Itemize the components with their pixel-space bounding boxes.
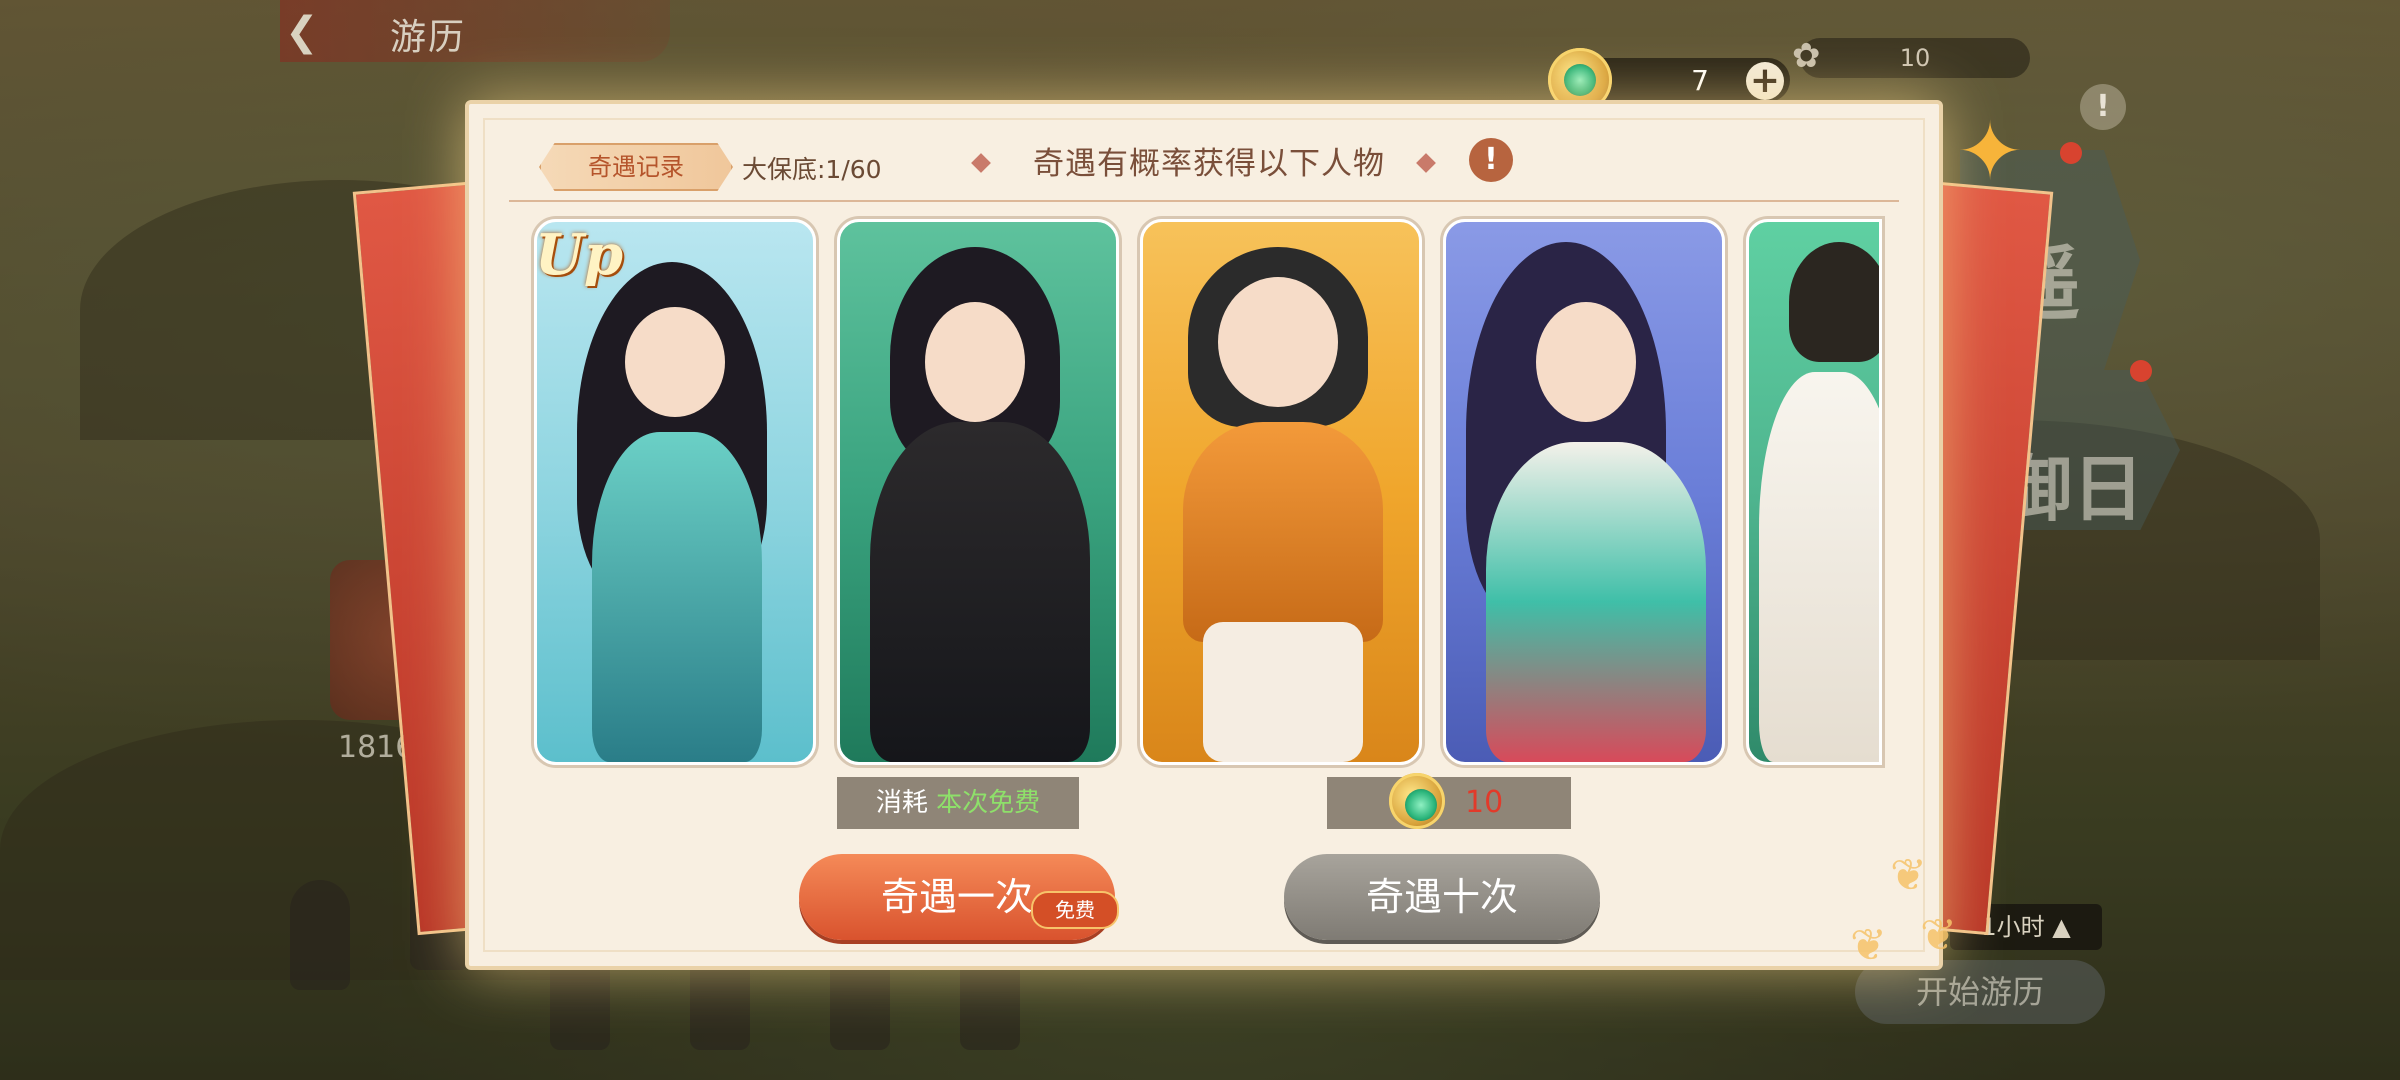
stamina-amount: 10	[1899, 44, 1931, 72]
character-face	[625, 307, 725, 417]
jade-coin-icon	[1389, 773, 1445, 829]
jade-currency: 7 +	[1548, 48, 1790, 112]
cost-label: 消耗	[875, 788, 928, 818]
encounter-modal: 奇遇记录 大保底:1/60 奇遇有概率获得以下人物 ! Up 消耗 本次免费 1…	[465, 100, 1943, 970]
butterfly-icon: ❦	[1890, 850, 1927, 901]
butterfly-icon: ❦	[1920, 910, 1957, 961]
add-jade-button[interactable]: +	[1746, 62, 1784, 100]
character-face	[1536, 302, 1636, 422]
character-card-1[interactable]: Up	[534, 219, 816, 765]
modal-headline: 奇遇有概率获得以下人物	[1033, 146, 1385, 182]
character-body	[1759, 372, 1879, 762]
character-body	[870, 422, 1090, 762]
character-card-3[interactable]	[1140, 219, 1422, 765]
encounter-record-button[interactable]: 奇遇记录	[539, 143, 733, 191]
cost-ten-amount: 10	[1465, 785, 1504, 820]
close-icon[interactable]: ✦	[1950, 112, 2030, 192]
info-icon[interactable]: !	[2080, 84, 2126, 130]
pity-counter: 大保底:1/60	[742, 155, 882, 184]
page-title: 游历	[390, 17, 467, 58]
character-body	[592, 432, 762, 762]
character-card-4[interactable]	[1443, 219, 1725, 765]
character-legs	[1203, 622, 1363, 762]
notification-dot	[2060, 142, 2082, 164]
cost-ten: 10	[1327, 773, 1571, 829]
notification-dot	[2130, 360, 2152, 382]
jade-amount: 7	[1691, 64, 1709, 97]
character-face	[925, 302, 1025, 422]
character-face	[1218, 277, 1338, 407]
character-body	[1183, 422, 1383, 642]
cost-free-text: 本次免费	[936, 788, 1041, 818]
divider	[509, 200, 1899, 202]
character-hair	[1789, 242, 1879, 362]
butterfly-icon: ❦	[1850, 920, 1887, 971]
draw-ten-button[interactable]: 奇遇十次	[1284, 854, 1600, 940]
rates-info-icon[interactable]: !	[1469, 138, 1513, 182]
stamina-counter: ✿ 10	[1792, 36, 2030, 78]
character-card-5[interactable]	[1746, 219, 1882, 765]
up-badge: Up	[535, 222, 623, 288]
free-badge: 免费	[1031, 891, 1119, 929]
cost-single: 消耗 本次免费	[837, 777, 1079, 829]
character-card-2[interactable]	[837, 219, 1119, 765]
character-body	[1486, 442, 1706, 762]
back-arrow-icon[interactable]: ❮	[285, 12, 345, 52]
team-character	[290, 880, 350, 990]
